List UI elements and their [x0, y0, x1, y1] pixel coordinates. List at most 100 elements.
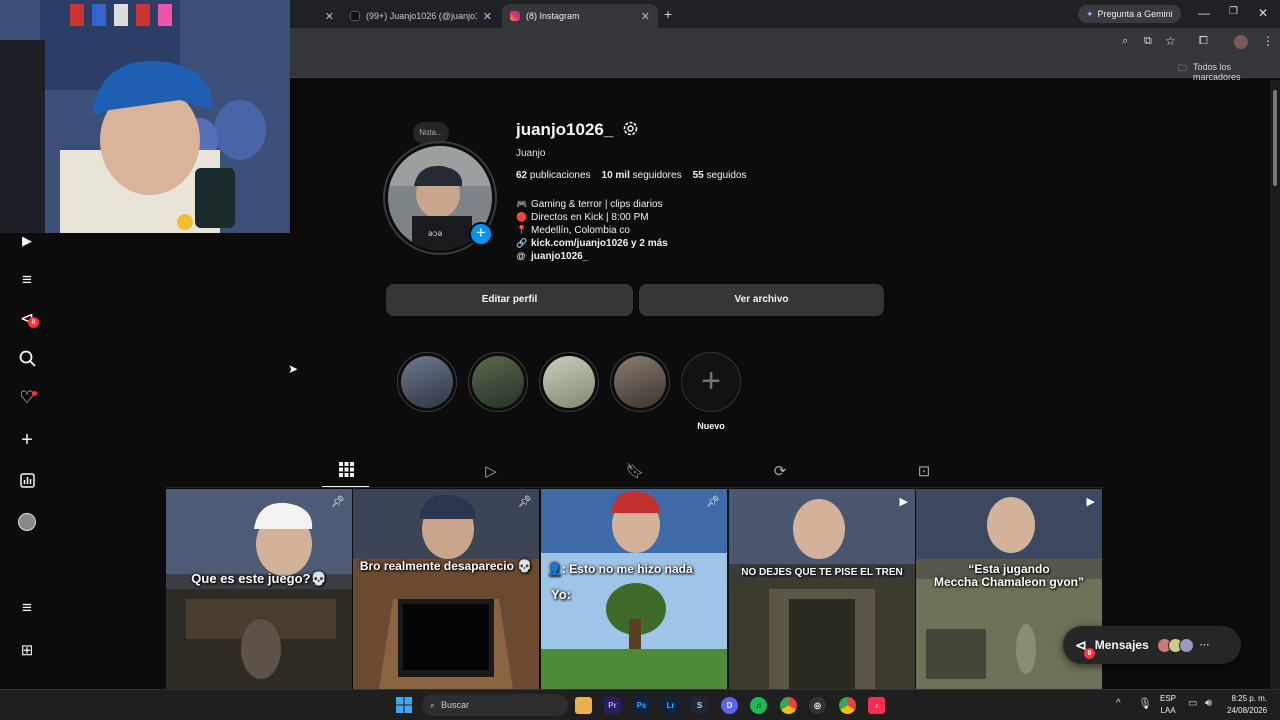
webcam-overlay — [0, 0, 290, 233]
reels-icon[interactable]: ▶ — [17, 231, 37, 251]
obs-icon[interactable]: ◎ — [809, 697, 826, 714]
zoom-icon[interactable]: ⌕ — [1122, 35, 1128, 48]
chrome-icon[interactable] — [780, 697, 797, 714]
saved-tab-icon[interactable]: 🔖︎ — [625, 462, 645, 482]
following-stat[interactable]: 55 seguidos — [693, 170, 747, 181]
bookmark-star-icon[interactable]: ☆ — [1165, 34, 1176, 48]
posts-grid-tab-icon[interactable] — [336, 462, 356, 482]
story-highlight[interactable] — [539, 352, 599, 412]
page-scrollbar[interactable] — [1270, 80, 1280, 689]
post-thumbnail[interactable]: 📌︎ Bro realmente desaparecio 💀 — [353, 489, 539, 689]
posts-stat: 62 publicaciones — [516, 170, 591, 181]
tab-previous[interactable]: ✕ — [292, 4, 342, 28]
photoshop-icon[interactable]: Ps — [633, 697, 650, 714]
mouse-cursor-icon: ➤ — [288, 362, 299, 376]
discord-icon[interactable]: D — [721, 697, 738, 714]
post-caption: Bro realmente desaparecio 💀 — [359, 559, 533, 573]
messages-badge: 8 — [1084, 647, 1095, 659]
close-tab-icon[interactable]: ✕ — [641, 10, 650, 23]
pin-icon: 📌︎ — [518, 496, 532, 508]
post-caption-secondary: Yo: — [551, 587, 571, 602]
new-tab-button[interactable]: + — [664, 6, 672, 22]
mic-icon[interactable]: 🎙︎ — [1138, 697, 1152, 710]
close-tab-icon[interactable]: ✕ — [325, 10, 334, 23]
add-story-button[interactable]: + — [469, 222, 493, 246]
followers-stat[interactable]: 10 mil seguidores — [602, 170, 682, 181]
reels-tab-icon[interactable]: ▷ — [481, 462, 501, 482]
menu-icon[interactable]: ⋮ — [1262, 34, 1274, 48]
profile-nav-avatar[interactable] — [18, 513, 36, 531]
tabs-divider — [166, 487, 1103, 488]
minimize-icon[interactable]: — — [1198, 6, 1210, 20]
steam-icon[interactable]: S — [691, 697, 708, 714]
search-icon: ⌕ — [430, 699, 436, 710]
post-thumbnail[interactable]: 📌︎ Que es este juego?💀 — [166, 489, 352, 689]
notification-badge: 8 — [28, 317, 39, 328]
profile-username: juanjo1026_ — [516, 120, 614, 139]
also-from-meta-icon[interactable]: ⊞ — [17, 640, 37, 660]
gamepad-icon: 🎮 — [516, 199, 528, 209]
window-close-icon[interactable]: ✕ — [1258, 6, 1268, 20]
tiktok-taskbar-icon[interactable]: ♪ — [868, 697, 885, 714]
taskbar-clock[interactable]: 8:25 p. m. 24/08/2026 — [1227, 693, 1267, 717]
gemini-button[interactable]: ✦ Pregunta a Gemini — [1078, 5, 1181, 23]
highlight-cover — [401, 356, 453, 408]
close-tab-icon[interactable]: ✕ — [483, 10, 492, 23]
link-icon: 🔗 — [516, 238, 528, 248]
svg-text:ǝɔǝ: ǝɔǝ — [428, 229, 442, 238]
messages-nav-icon[interactable]: ≡ — [17, 270, 37, 290]
spotify-icon[interactable]: ♫ — [750, 697, 767, 714]
premiere-icon[interactable]: Pr — [604, 697, 621, 714]
new-highlight-button[interactable]: + — [681, 352, 741, 412]
post-caption: NO DEJES QUE TE PISE EL TREN — [741, 567, 903, 578]
chrome-active-icon[interactable] — [839, 697, 856, 714]
edit-profile-button[interactable]: Editar perfil — [386, 284, 633, 316]
scrollbar-thumb[interactable] — [1273, 90, 1277, 186]
view-archive-button[interactable]: Ver archivo — [639, 284, 884, 316]
bio-line: 📍 Medellín, Colombia co — [516, 225, 630, 236]
pin-icon: 📌︎ — [331, 496, 345, 508]
lightroom-icon[interactable]: Lr — [662, 697, 679, 714]
more-menu-icon[interactable]: ≡ — [17, 598, 37, 618]
story-highlight[interactable] — [397, 352, 457, 412]
messages-floating-button[interactable]: ⊲ 8 Mensajes ··· — [1063, 626, 1241, 664]
windows-taskbar: ⌕ Buscar Pr Ps Lr S D ♫ ◎ ♪ ^ 🎙︎ ESP LAA… — [0, 689, 1280, 720]
profile-avatar[interactable] — [1234, 35, 1248, 49]
tray-chevron-icon[interactable]: ^ — [1116, 698, 1121, 709]
dashboard-icon[interactable] — [17, 470, 37, 490]
folder-icon: 🗀 — [1178, 63, 1188, 73]
bio-line: 🎮 Gaming & terror | clips diarios — [516, 199, 663, 210]
settings-gear-icon[interactable] — [622, 120, 639, 137]
language-indicator[interactable]: ESP LAA — [1160, 693, 1176, 717]
post-thumbnail[interactable]: 📌︎ 👤: Esto no me hizo nada Yo: — [541, 489, 727, 689]
volume-icon[interactable]: 🔊︎ — [1205, 697, 1212, 710]
highlight-cover — [472, 356, 524, 408]
tagged-tab-icon[interactable]: ⊡ — [914, 462, 934, 482]
bio-link[interactable]: 🔗 kick.com/juanjo1026 y 2 más — [516, 237, 668, 250]
highlight-cover — [543, 356, 595, 408]
story-highlight[interactable] — [468, 352, 528, 412]
tab-instagram[interactable]: (8) Instagram ✕ — [502, 4, 658, 28]
location-pin-icon: 📍 — [516, 225, 528, 235]
profile-bio: 🎮 Gaming & terror | clips diarios 🔴 Direct… — [516, 198, 668, 263]
post-thumbnail[interactable]: ▶ NO DEJES QUE TE PISE EL TREN — [729, 489, 915, 689]
windows-start-icon[interactable] — [396, 697, 412, 713]
webcam-feed — [0, 0, 290, 233]
file-explorer-icon[interactable] — [575, 697, 592, 714]
story-highlight[interactable] — [610, 352, 670, 412]
cast-icon[interactable]: ⧉ — [1144, 35, 1152, 48]
search-icon[interactable] — [17, 348, 37, 368]
create-icon[interactable]: + — [17, 429, 37, 451]
taskbar-search[interactable]: ⌕ Buscar — [422, 694, 568, 716]
tab-tiktok[interactable]: (99+) Juanjo1026 (@juanjo1026 ✕ — [342, 4, 500, 28]
profile-stats: 62 publicaciones 10 mil seguidores 55 se… — [516, 170, 747, 181]
restore-icon[interactable]: ❐ — [1229, 6, 1238, 17]
threads-icon: @ — [516, 251, 526, 261]
profile-full-name: Juanjo — [516, 148, 546, 159]
network-icon[interactable]: ▭ — [1188, 698, 1197, 709]
new-highlight-label: Nuevo — [697, 421, 725, 431]
extensions-icon[interactable]: ⧠ — [1199, 35, 1208, 48]
threads-link[interactable]: @ juanjo1026_ — [516, 250, 668, 263]
reposts-tab-icon[interactable]: ⟳ — [770, 462, 790, 482]
all-bookmarks[interactable]: Todos los marcadores — [1193, 62, 1280, 82]
